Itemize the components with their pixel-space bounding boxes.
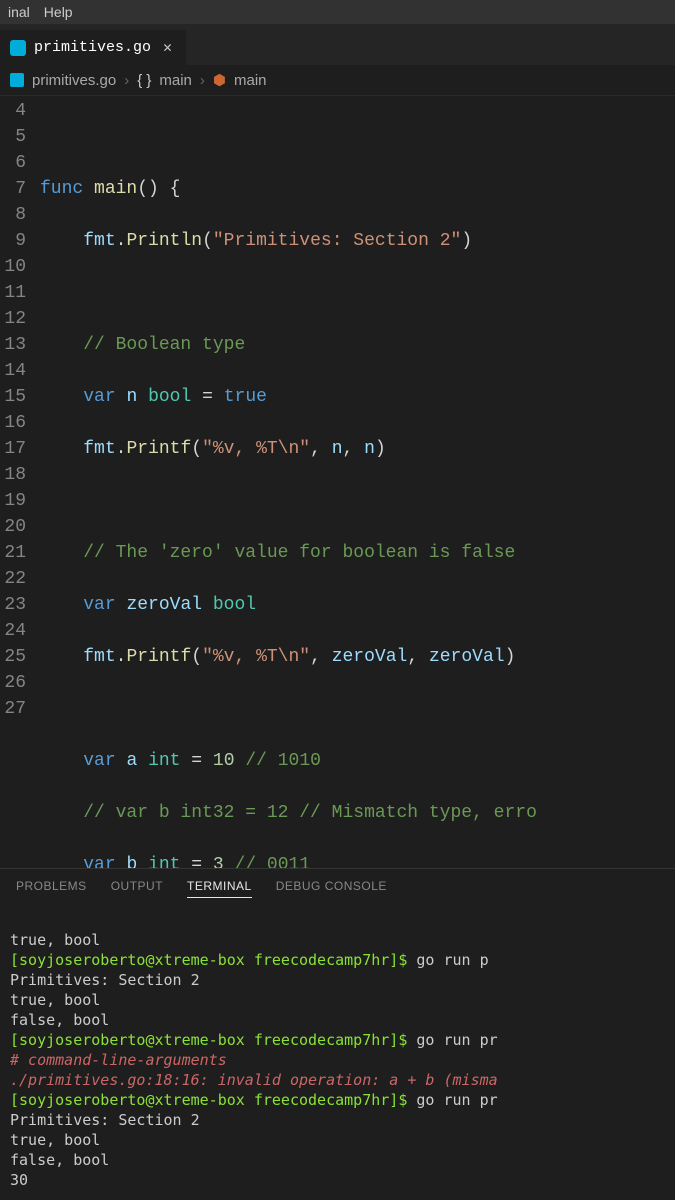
code-line[interactable]: var a int = 10 // 1010 xyxy=(40,748,675,774)
code-line[interactable]: // var b int32 = 12 // Mismatch type, er… xyxy=(40,800,675,826)
terminal-line: true, bool xyxy=(10,931,100,949)
code-line[interactable] xyxy=(40,124,675,150)
close-icon[interactable]: ✕ xyxy=(163,38,172,57)
line-number: 21 xyxy=(0,540,26,566)
terminal-line: Primitives: Section 2 xyxy=(10,971,200,989)
line-number: 27 xyxy=(0,696,26,722)
code-line[interactable]: var b int = 3 // 0011 xyxy=(40,852,675,868)
go-file-icon xyxy=(10,73,24,87)
line-number: 18 xyxy=(0,462,26,488)
line-number: 23 xyxy=(0,592,26,618)
terminal-line: [soyjoseroberto@xtreme-box freecodecamp7… xyxy=(10,1091,498,1109)
line-number: 17 xyxy=(0,436,26,462)
line-number: 7 xyxy=(0,176,26,202)
code-line[interactable]: // The 'zero' value for boolean is false xyxy=(40,540,675,566)
terminal-line: true, bool xyxy=(10,1131,100,1149)
line-number: 8 xyxy=(0,202,26,228)
code-area[interactable]: func main() { fmt.Println("Primitives: S… xyxy=(40,96,675,868)
line-number: 25 xyxy=(0,644,26,670)
function-icon: ⬢ xyxy=(213,71,226,89)
code-line[interactable]: // Boolean type xyxy=(40,332,675,358)
line-number: 19 xyxy=(0,488,26,514)
code-line[interactable]: func main() { xyxy=(40,176,675,202)
chevron-right-icon: › xyxy=(124,72,129,89)
line-number: 10 xyxy=(0,254,26,280)
line-number: 20 xyxy=(0,514,26,540)
line-number: 16 xyxy=(0,410,26,436)
terminal-line: ./primitives.go:18:16: invalid operation… xyxy=(10,1071,498,1089)
tab-bar: primitives.go ✕ xyxy=(0,24,675,65)
terminal-line: [soyjoseroberto@xtreme-box freecodecamp7… xyxy=(10,951,489,969)
terminal-line: false, bool xyxy=(10,1151,109,1169)
go-file-icon xyxy=(10,40,26,56)
chevron-right-icon: › xyxy=(200,72,205,89)
tab-terminal[interactable]: TERMINAL xyxy=(187,879,252,898)
namespace-icon: { } xyxy=(137,72,151,89)
terminal-line: [soyjoseroberto@xtreme-box freecodecamp7… xyxy=(10,1031,498,1049)
code-editor[interactable]: 4 5 6 7 8 9 10 11 12 13 14 15 16 17 18 1… xyxy=(0,96,675,868)
line-number: 6 xyxy=(0,150,26,176)
code-line[interactable] xyxy=(40,488,675,514)
terminal-line: 30 xyxy=(10,1171,28,1189)
terminal-line: true, bool xyxy=(10,991,100,1009)
line-number: 14 xyxy=(0,358,26,384)
terminal-line: Primitives: Section 2 xyxy=(10,1111,200,1129)
line-number: 4 xyxy=(0,98,26,124)
menu-help[interactable]: Help xyxy=(44,4,73,20)
line-number: 9 xyxy=(0,228,26,254)
panel-tab-bar: PROBLEMS OUTPUT TERMINAL DEBUG CONSOLE xyxy=(0,868,675,904)
line-number-gutter: 4 5 6 7 8 9 10 11 12 13 14 15 16 17 18 1… xyxy=(0,96,40,868)
line-number: 24 xyxy=(0,618,26,644)
editor-tab-primitives[interactable]: primitives.go ✕ xyxy=(0,30,187,65)
code-line[interactable] xyxy=(40,280,675,306)
line-number: 11 xyxy=(0,280,26,306)
code-line[interactable]: fmt.Printf("%v, %T\n", zeroVal, zeroVal) xyxy=(40,644,675,670)
tab-debug-console[interactable]: DEBUG CONSOLE xyxy=(276,879,387,898)
code-line[interactable]: var n bool = true xyxy=(40,384,675,410)
breadcrumb-file[interactable]: primitives.go xyxy=(32,72,116,89)
code-line[interactable]: var zeroVal bool xyxy=(40,592,675,618)
line-number: 12 xyxy=(0,306,26,332)
breadcrumb[interactable]: primitives.go › { } main › ⬢ main xyxy=(0,65,675,96)
breadcrumb-function[interactable]: main xyxy=(234,72,267,89)
menubar: inal Help xyxy=(0,0,675,24)
breadcrumb-package[interactable]: main xyxy=(159,72,192,89)
line-number: 22 xyxy=(0,566,26,592)
terminal-line: false, bool xyxy=(10,1011,109,1029)
line-number: 13 xyxy=(0,332,26,358)
tab-output[interactable]: OUTPUT xyxy=(111,879,163,898)
line-number: 15 xyxy=(0,384,26,410)
code-line[interactable]: fmt.Println("Primitives: Section 2") xyxy=(40,228,675,254)
code-line[interactable]: fmt.Printf("%v, %T\n", n, n) xyxy=(40,436,675,462)
tab-problems[interactable]: PROBLEMS xyxy=(16,879,87,898)
terminal-panel[interactable]: true, bool [soyjoseroberto@xtreme-box fr… xyxy=(0,904,675,1200)
tab-filename: primitives.go xyxy=(34,39,151,56)
terminal-line: # command-line-arguments xyxy=(10,1051,227,1069)
line-number: 26 xyxy=(0,670,26,696)
code-line[interactable] xyxy=(40,696,675,722)
menu-terminal[interactable]: inal xyxy=(8,4,30,20)
line-number: 5 xyxy=(0,124,26,150)
